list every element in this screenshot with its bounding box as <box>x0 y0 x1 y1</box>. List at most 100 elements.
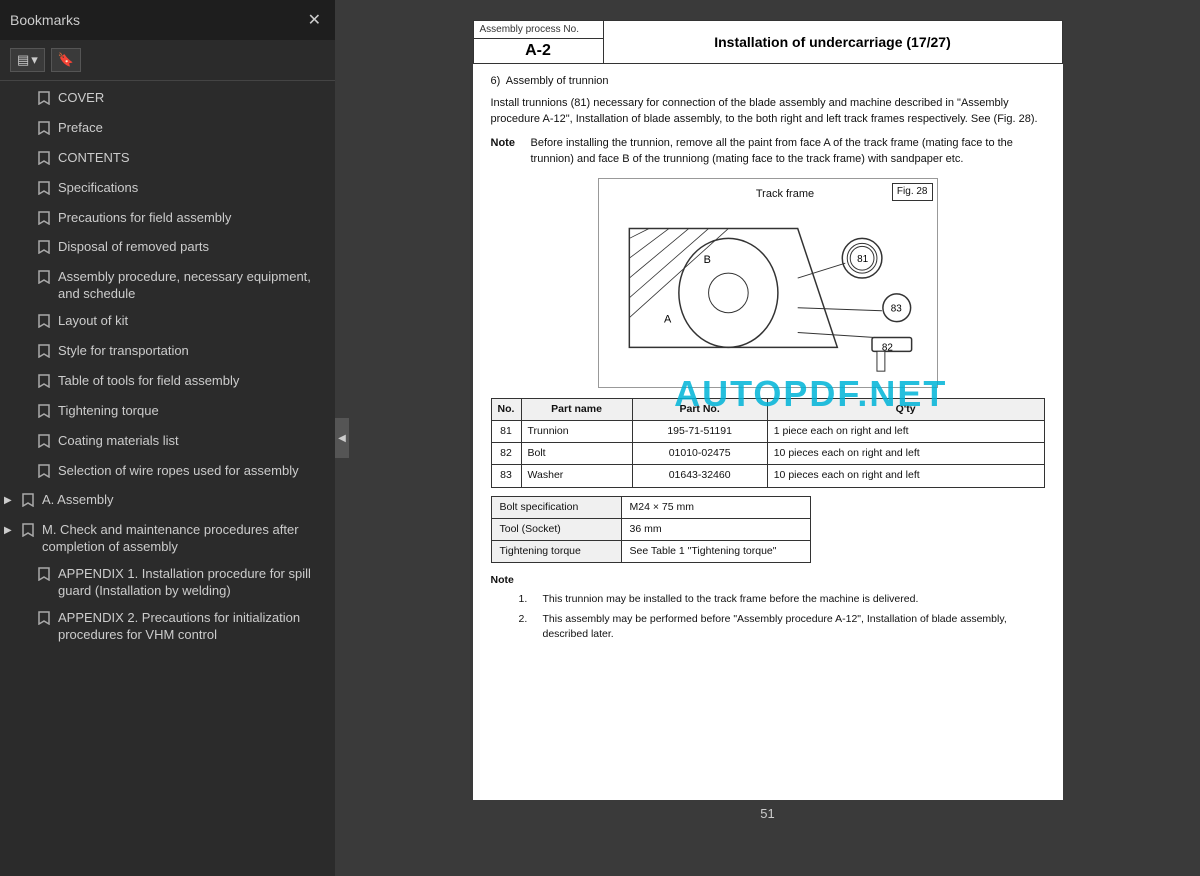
svg-text:A: A <box>664 313 672 325</box>
sidebar-title: Bookmarks <box>10 12 80 28</box>
bookmark-label: A. Assembly <box>42 492 327 509</box>
page-number: 51 <box>754 800 780 827</box>
bookmark-page-icon <box>38 181 52 200</box>
bookmark-item-cover[interactable]: COVER <box>0 85 335 115</box>
assembly-title: Installation of undercarriage (17/27) <box>603 21 1062 64</box>
bookmark-label: Assembly procedure, necessary equipment,… <box>58 269 327 303</box>
bookmark-item-coating[interactable]: Coating materials list <box>0 428 335 458</box>
bookmark-label: COVER <box>58 90 327 107</box>
bookmark-page-icon <box>38 240 52 259</box>
bookmark-label: APPENDIX 2. Precautions for initializati… <box>58 610 327 644</box>
bookmark-add-button[interactable]: 🔖 <box>51 48 81 72</box>
bookmark-item-appendix1[interactable]: APPENDIX 1. Installation procedure for s… <box>0 561 335 605</box>
bookmark-page-icon <box>38 91 52 110</box>
note-label: Note <box>491 136 523 168</box>
note-text: Before installing the trunnion, remove a… <box>531 136 1045 168</box>
bookmark-page-icon <box>22 493 36 512</box>
list-icon: ▤ <box>17 52 29 68</box>
section-number: 6) <box>491 75 501 87</box>
bookmark-label: Precautions for field assembly <box>58 210 327 227</box>
spec-row: Tightening torque See Table 1 "Tightenin… <box>491 541 810 563</box>
bookmark-item-specifications[interactable]: Specifications <box>0 175 335 205</box>
bookmark-item-m-check[interactable]: ▶ M. Check and maintenance procedures af… <box>0 517 335 561</box>
document-body: 6) Assembly of trunnion Install trunnion… <box>473 64 1063 666</box>
spec-row: Tool (Socket) 36 mm <box>491 518 810 540</box>
bookmark-label: Table of tools for field assembly <box>58 373 327 390</box>
bookmark-label: CONTENTS <box>58 150 327 167</box>
section-header: 6) Assembly of trunnion <box>491 74 1045 90</box>
cell-name: Washer <box>521 465 632 487</box>
bookmark-label: Preface <box>58 120 327 137</box>
sidebar-toolbar: ▤ ▾ 🔖 <box>0 40 335 81</box>
bookmark-label: Disposal of removed parts <box>58 239 327 256</box>
bookmark-item-appendix2[interactable]: APPENDIX 2. Precautions for initializati… <box>0 605 335 649</box>
bookmark-page-icon <box>38 211 52 230</box>
cell-part-no: 195-71-51191 <box>632 420 767 442</box>
bookmark-item-precautions[interactable]: Precautions for field assembly <box>0 205 335 235</box>
spec-value: See Table 1 "Tightening torque" <box>621 541 810 563</box>
bookmark-label: Coating materials list <box>58 433 327 450</box>
bookmark-page-icon <box>38 121 52 140</box>
bookmark-page-icon <box>38 344 52 363</box>
bookmark-label: Tightening torque <box>58 403 327 420</box>
spec-table: Bolt specification M24 × 75 mm Tool (Soc… <box>491 496 811 564</box>
spec-value: 36 mm <box>621 518 810 540</box>
bookmark-item-preface[interactable]: Preface <box>0 115 335 145</box>
fig-label: Fig. 28 <box>892 183 933 202</box>
note-number: 2. <box>519 612 535 642</box>
bookmark-label: Selection of wire ropes used for assembl… <box>58 463 327 480</box>
spec-row: Bolt specification M24 × 75 mm <box>491 496 810 518</box>
cell-qty: 10 pieces each on right and left <box>767 443 1044 465</box>
bookmark-item-a-assembly[interactable]: ▶ A. Assembly <box>0 487 335 517</box>
sidebar-collapse-button[interactable]: ◀ <box>335 418 349 458</box>
spec-label: Bolt specification <box>491 496 621 518</box>
spec-label: Tool (Socket) <box>491 518 621 540</box>
notes-section: Note 1. This trunnion may be installed t… <box>491 573 1045 642</box>
assembly-process-label: Assembly process No. <box>473 21 603 39</box>
cell-part-no: 01010-02475 <box>632 443 767 465</box>
bookmark-label: Specifications <box>58 180 327 197</box>
bookmark-icon: 🔖 <box>58 52 74 68</box>
note-content: This assembly may be performed before "A… <box>543 612 1045 642</box>
bookmark-item-contents[interactable]: CONTENTS <box>0 145 335 175</box>
sidebar-header: Bookmarks ✕ <box>0 0 335 40</box>
bookmark-item-table-tools[interactable]: Table of tools for field assembly <box>0 368 335 398</box>
bookmark-label: APPENDIX 1. Installation procedure for s… <box>58 566 327 600</box>
bookmark-item-style-transport[interactable]: Style for transportation <box>0 338 335 368</box>
diagram-container: Fig. 28 Track frame A B 81 <box>598 178 938 388</box>
sidebar-close-button[interactable]: ✕ <box>304 10 325 30</box>
col-qty: Q'ty <box>767 398 1044 420</box>
cell-qty: 10 pieces each on right and left <box>767 465 1044 487</box>
page-document: Assembly process No. Installation of und… <box>473 20 1063 800</box>
bookmark-page-icon <box>38 567 52 586</box>
bookmark-item-disposal[interactable]: Disposal of removed parts <box>0 234 335 264</box>
diagram-svg: A B 81 83 82 <box>599 179 937 387</box>
bookmark-page-icon <box>38 434 52 453</box>
cell-name: Bolt <box>521 443 632 465</box>
section-paragraph: Install trunnions (81) necessary for con… <box>491 96 1045 128</box>
main-content: AUTOPDF.NET Assembly process No. Install… <box>335 0 1200 876</box>
svg-text:81: 81 <box>857 254 869 265</box>
sidebar: Bookmarks ✕ ▤ ▾ 🔖 COVER Preface CONTENTS… <box>0 0 335 876</box>
assembly-header-table: Assembly process No. Installation of und… <box>473 20 1063 64</box>
bookmark-list: COVER Preface CONTENTS Specifications Pr… <box>0 81 335 876</box>
cell-name: Trunnion <box>521 420 632 442</box>
bookmark-item-tightening[interactable]: Tightening torque <box>0 398 335 428</box>
bookmark-view-button[interactable]: ▤ ▾ <box>10 48 45 72</box>
spec-value: M24 × 75 mm <box>621 496 810 518</box>
col-part-name: Part name <box>521 398 632 420</box>
cell-no: 82 <box>491 443 521 465</box>
table-row: 82 Bolt 01010-02475 10 pieces each on ri… <box>491 443 1044 465</box>
cell-qty: 1 piece each on right and left <box>767 420 1044 442</box>
bookmark-item-assembly-proc[interactable]: Assembly procedure, necessary equipment,… <box>0 264 335 308</box>
bookmark-item-layout[interactable]: Layout of kit <box>0 308 335 338</box>
note-item: 1. This trunnion may be installed to the… <box>491 592 1045 607</box>
cell-part-no: 01643-32460 <box>632 465 767 487</box>
bookmark-item-wire-ropes[interactable]: Selection of wire ropes used for assembl… <box>0 458 335 488</box>
track-frame-label: Track frame <box>756 187 814 203</box>
note-item: 2. This assembly may be performed before… <box>491 612 1045 642</box>
table-row: 81 Trunnion 195-71-51191 1 piece each on… <box>491 420 1044 442</box>
bookmark-page-icon <box>38 464 52 483</box>
section-title: Assembly of trunnion <box>506 75 609 87</box>
notes-title: Note <box>491 573 1045 588</box>
